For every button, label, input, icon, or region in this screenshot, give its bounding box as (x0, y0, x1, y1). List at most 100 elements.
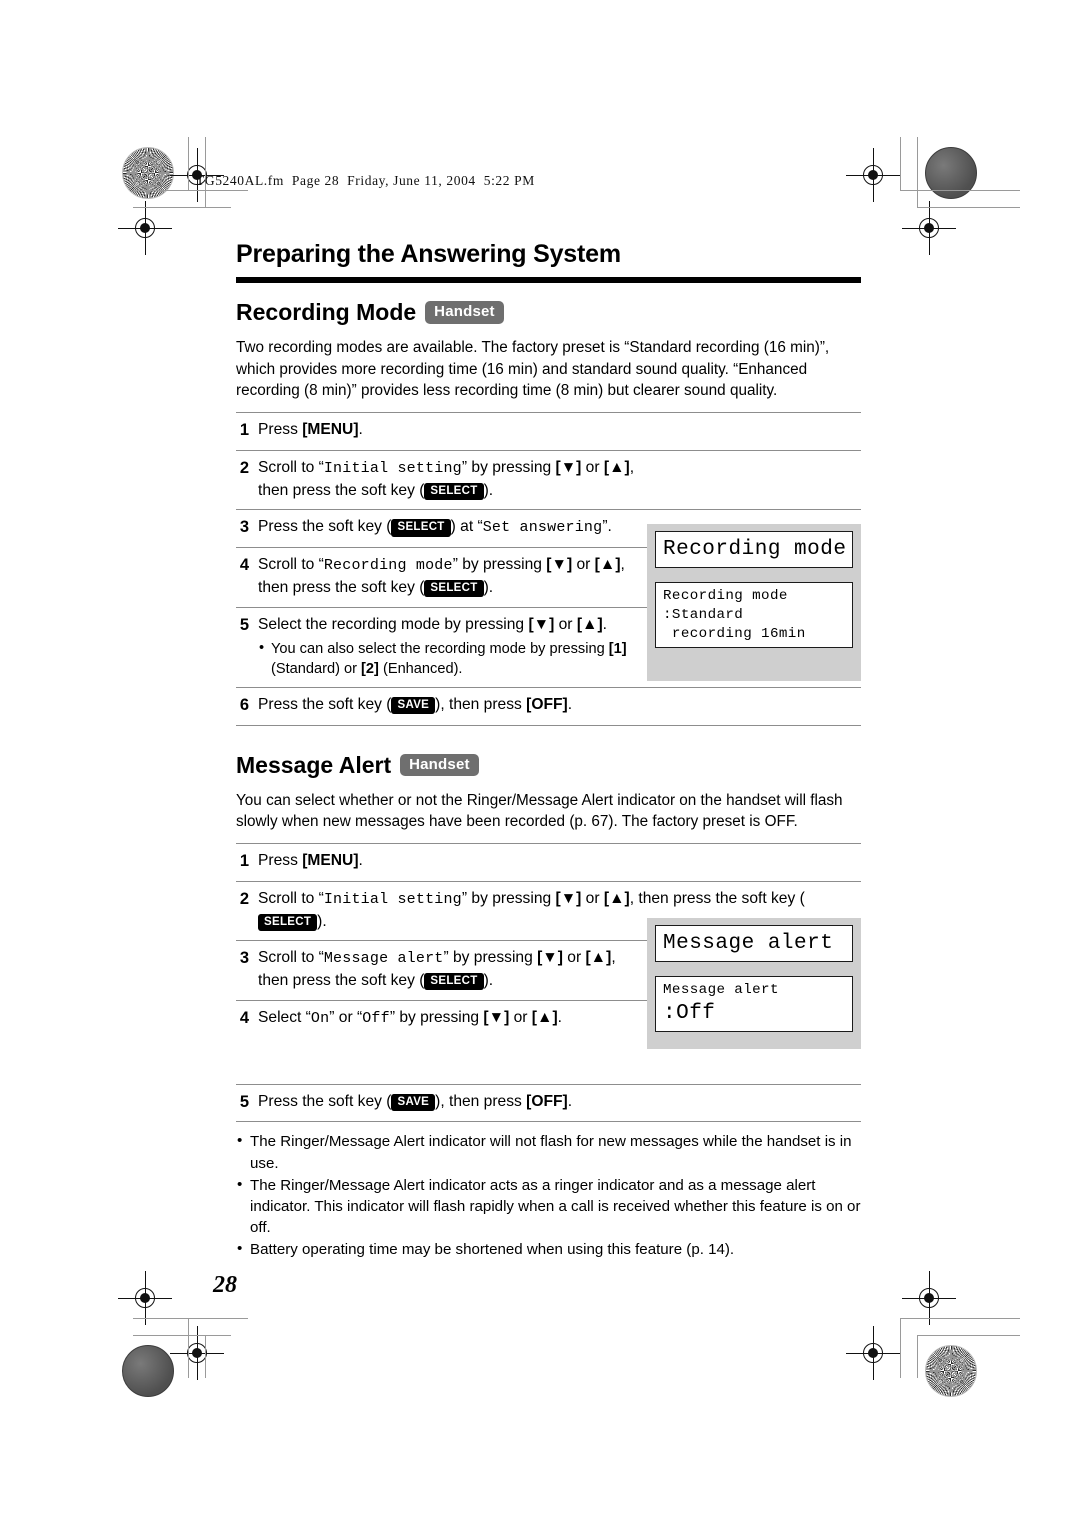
crop-line-top-left-h2 (133, 207, 231, 208)
lcd-panel-recording-mode-title: Recording mode (655, 531, 853, 569)
note-item: Battery operating time may be shortened … (236, 1238, 861, 1260)
lcd-illustration-group-message-alert-detail: Message alert :Off (647, 968, 861, 1049)
crop-line-top-right-h2 (917, 207, 1020, 208)
handset-badge: Handset (400, 753, 479, 777)
step-number: 5 (239, 1092, 249, 1111)
menu-item-initial-setting: Initial setting (323, 460, 462, 478)
section-message-alert: Message Alert Handset You can select whe… (236, 752, 861, 1261)
crop-line-bottom-right-h (900, 1318, 1020, 1319)
softkey-select: SELECT (424, 972, 484, 991)
print-file-info: TG5240AL.fm Page 28 Friday, June 11, 200… (196, 173, 535, 188)
key-up: [▲] (531, 1008, 558, 1026)
crop-line-bottom-right-h2 (917, 1335, 1020, 1336)
menu-option-on: On (310, 1009, 330, 1027)
key-1: [1] (608, 641, 627, 658)
section-notes-message-alert: The Ringer/Message Alert indicator will … (236, 1130, 861, 1260)
step-item: 1 Press [MENU]. (236, 412, 861, 450)
section-heading-message-alert: Message Alert Handset (236, 752, 861, 779)
crop-line-bottom-right-v (900, 1318, 901, 1378)
step-sub-bullet-item: You can also select the recording mode b… (258, 638, 633, 679)
key-up: [▲] (576, 615, 603, 633)
rosette-mark-top-left (122, 147, 174, 199)
page-content: Preparing the Answering System Recording… (236, 240, 861, 1276)
softkey-select: SELECT (391, 519, 451, 537)
solid-dot-mark-top-right (925, 147, 977, 199)
key-down: [▼] (546, 556, 573, 574)
step-number: 3 (239, 518, 249, 537)
lcd-panel-message-alert-title: Message alert (655, 924, 853, 963)
key-off: [OFF] (526, 1092, 568, 1110)
crosshair-mark-right-lower (846, 1326, 900, 1380)
crosshair-mark-bottom-left-inner (118, 1271, 172, 1325)
crosshair-mark-right-upper (902, 201, 956, 255)
key-menu: [MENU] (302, 851, 359, 869)
key-up: [▲] (603, 889, 630, 907)
crosshair-mark-left-upper (118, 201, 172, 255)
key-down: [▼] (537, 949, 563, 967)
lcd-illustration-group-recording-mode-detail: Recording mode:Standard recording 16min (647, 575, 861, 682)
crop-line-top-right-v (900, 137, 901, 191)
lcd-illustration-group-message-alert: Message alert (647, 917, 861, 970)
steps-list-message-alert: Message alert Message alert :Off 1 Press… (236, 842, 861, 1123)
lcd-illustration-group-recording-mode: Recording mode (647, 524, 861, 576)
softkey-select: SELECT (424, 482, 484, 501)
step-number: 4 (239, 556, 249, 575)
menu-item-initial-setting: Initial setting (323, 890, 462, 908)
step-number: 5 (239, 615, 249, 634)
step-number: 3 (239, 949, 249, 968)
section-recording-mode: Recording Mode Handset Two recording mod… (236, 299, 861, 726)
menu-item-message-alert: Message alert (323, 950, 444, 968)
step-sub-bullets: You can also select the recording mode b… (258, 638, 633, 679)
step-text: Scroll to “Recording mode” by pressing [… (258, 556, 625, 598)
key-menu: [MENU] (302, 421, 359, 439)
step-item: 5 Press the soft key (SAVE), then press … (236, 1083, 861, 1123)
step-text: Scroll to “Message alert” by pressing [▼… (258, 949, 616, 991)
key-down: [▼] (555, 889, 582, 907)
step-text: Select the recording mode by pressing [▼… (258, 614, 633, 680)
section-intro-message-alert: You can select whether or not the Ringer… (236, 791, 843, 831)
step-number: 2 (239, 459, 249, 478)
crop-line-top-left-h (133, 190, 248, 191)
crop-line-bottom-left-v (188, 1318, 189, 1378)
crop-line-bottom-left-h (133, 1318, 248, 1319)
note-item: The Ringer/Message Alert indicator will … (236, 1130, 861, 1173)
key-2: [2] (361, 661, 379, 678)
softkey-save: SAVE (391, 696, 436, 714)
step-text: Press [MENU]. (258, 851, 363, 869)
crosshair-mark-top-right-inner (846, 148, 900, 202)
menu-item-recording-mode: Recording mode (323, 557, 453, 575)
crop-line-bottom-left-h2 (133, 1335, 231, 1336)
key-off: [OFF] (526, 695, 568, 713)
lcd-line-label: Message alert (663, 981, 779, 998)
lcd-line-value: :Off (663, 1001, 716, 1025)
note-item: The Ringer/Message Alert indicator acts … (236, 1174, 861, 1238)
handset-badge: Handset (425, 301, 504, 324)
step-text: Scroll to “Initial setting” by pressing … (258, 459, 635, 501)
key-down: [▼] (555, 459, 582, 477)
crop-line-top-left-v (188, 137, 189, 191)
key-up: [▲] (603, 459, 630, 477)
step-text: Select “On” or “Off” by pressing [▼] or … (258, 1008, 562, 1027)
step-text: Press [MENU]. (258, 421, 363, 439)
softkey-save: SAVE (391, 1093, 436, 1111)
step-number: 4 (239, 1008, 249, 1027)
step-item: 2 Scroll to “Initial setting” by pressin… (236, 450, 861, 509)
chapter-rule (236, 277, 861, 283)
section-heading-recording-mode: Recording Mode Handset (236, 299, 861, 326)
key-down: [▼] (528, 615, 555, 633)
solid-dot-mark-bottom-left (122, 1345, 174, 1397)
step-number: 6 (239, 695, 249, 714)
step-text: Press the soft key (SAVE), then press [O… (258, 1092, 573, 1111)
lcd-line-3: recording 16min (663, 625, 806, 642)
step-item: 6 Press the soft key (SAVE), then press … (236, 686, 861, 726)
section-heading-label: Recording Mode (236, 299, 417, 325)
crosshair-mark-left-lower (170, 1326, 224, 1380)
lcd-panel-recording-mode-value: Recording mode:Standard recording 16min (655, 582, 853, 649)
step-number: 1 (239, 421, 249, 440)
step-number: 2 (239, 889, 249, 908)
key-down: [▼] (483, 1008, 510, 1026)
crop-line-top-right-v2 (917, 137, 918, 208)
step-text: Press the soft key (SELECT) at “Set answ… (258, 518, 612, 537)
menu-option-off: Off (362, 1009, 390, 1027)
chapter-title: Preparing the Answering System (236, 240, 621, 268)
